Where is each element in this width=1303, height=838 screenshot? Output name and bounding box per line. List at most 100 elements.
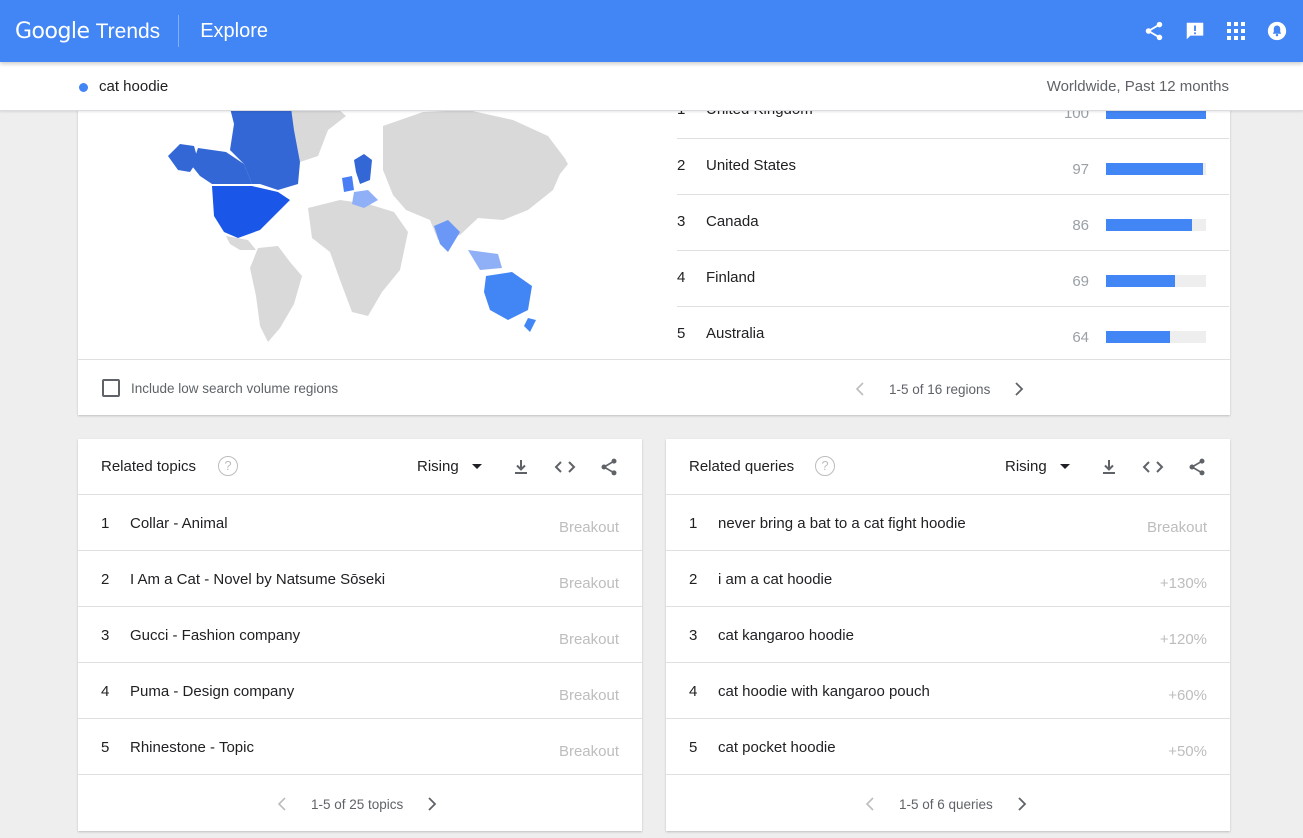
topic-label[interactable]: Gucci - Fashion company [130,627,300,644]
region-pagination-text: 1-5 of 16 regions [889,381,991,397]
google-trends-logo[interactable]: Google Trends [15,19,160,44]
embed-code-icon[interactable] [553,455,577,479]
share-icon[interactable] [597,455,621,479]
topics-pagination: 1-5 of 25 topics [270,795,444,813]
list-item[interactable]: 2 i am a cat hoodie +130% [666,551,1230,607]
related-queries-card: Related queries ? Rising 1 never bring a… [666,439,1230,831]
region-rank: 3 [677,213,686,230]
region-row[interactable]: 4 Finland 69 [677,251,1229,307]
chevron-down-icon [1059,464,1070,469]
region-rank: 5 [677,325,686,342]
region-bar [1106,275,1206,287]
topic-value: Breakout [558,687,619,704]
related-topics-card: Related topics ? Rising 1 Collar - Anima… [78,439,642,831]
header-actions [1142,0,1289,62]
query-label[interactable]: cat kangaroo hoodie [718,627,854,644]
topic-rank: 1 [101,515,110,532]
query-rank: 2 [689,571,698,588]
list-item[interactable]: 4 Puma - Design company Breakout [78,663,642,719]
low-volume-checkbox[interactable] [102,379,120,397]
query-rank: 5 [689,739,698,756]
related-topics-title: Related topics [101,458,197,475]
query-rank: 1 [689,515,698,532]
embed-code-icon[interactable] [1141,455,1165,479]
query-value: Breakout [1146,519,1207,536]
prev-page-button[interactable] [270,795,294,813]
list-item[interactable]: 4 cat hoodie with kangaroo pouch +60% [666,663,1230,719]
queries-pagination: 1-5 of 6 queries [858,795,1034,813]
download-icon[interactable] [509,455,533,479]
region-bar [1106,163,1206,175]
prev-page-button[interactable] [848,380,872,398]
list-item[interactable]: 5 cat pocket hoodie +50% [666,719,1230,775]
topic-rank: 5 [101,739,110,756]
download-icon[interactable] [1097,455,1121,479]
query-rank: 3 [689,627,698,644]
feedback-icon[interactable] [1183,19,1207,43]
query-value: +120% [1159,631,1207,648]
query-label[interactable]: never bring a bat to a cat fight hoodie [718,515,966,532]
region-bar-fill [1106,163,1203,175]
topics-pagination-text: 1-5 of 25 topics [311,796,404,812]
list-item[interactable]: 3 Gucci - Fashion company Breakout [78,607,642,663]
prev-page-button[interactable] [858,795,882,813]
term-color-dot [79,83,88,92]
topic-label[interactable]: Puma - Design company [130,683,294,700]
help-icon[interactable]: ? [218,456,238,476]
topic-value: Breakout [558,519,619,536]
region-name[interactable]: Finland [706,269,755,286]
help-icon[interactable]: ? [815,456,835,476]
region-value: 86 [1072,217,1089,234]
query-value: +130% [1159,575,1207,592]
region-name[interactable]: United States [706,157,796,174]
region-rank: 2 [677,157,686,174]
topic-rank: 4 [101,683,110,700]
share-icon[interactable] [1142,19,1166,43]
search-term[interactable]: cat hoodie [99,78,168,95]
region-name[interactable]: Canada [706,213,759,230]
region-row[interactable]: 3 Canada 86 [677,195,1229,251]
topic-rank: 2 [101,571,110,588]
query-label[interactable]: cat pocket hoodie [718,739,836,756]
notifications-icon[interactable] [1265,19,1289,43]
logo-trends-text: Trends [95,19,161,43]
region-bar [1106,219,1206,231]
region-value: 69 [1072,273,1089,290]
query-rank: 4 [689,683,698,700]
topic-label[interactable]: Collar - Animal [130,515,228,532]
region-bar-fill [1106,331,1170,343]
search-term-bar: cat hoodie Worldwide, Past 12 months [0,62,1303,111]
topic-value: Breakout [558,631,619,648]
list-item[interactable]: 2 I Am a Cat - Novel by Natsume Sōseki B… [78,551,642,607]
query-value: +50% [1168,743,1207,760]
region-bar-fill [1106,219,1192,231]
next-page-button[interactable] [420,795,444,813]
topic-label[interactable]: Rhinestone - Topic [130,739,254,756]
interest-by-region-card: 1 United Kingdom 100 2 United States 97 … [78,60,1230,415]
region-row[interactable]: 5 Australia 64 [677,307,1229,363]
next-page-button[interactable] [1010,795,1034,813]
topics-filter-select[interactable]: Rising [417,458,482,475]
share-icon[interactable] [1185,455,1209,479]
region-pagination: 1-5 of 16 regions [848,380,1031,398]
list-item[interactable]: 1 Collar - Animal Breakout [78,495,642,551]
list-item[interactable]: 3 cat kangaroo hoodie +120% [666,607,1230,663]
header-divider [178,15,180,47]
chevron-down-icon [471,464,482,469]
next-page-button[interactable] [1007,380,1031,398]
topics-footer: 1-5 of 25 topics [78,775,642,831]
region-bar [1106,331,1206,343]
list-item[interactable]: 5 Rhinestone - Topic Breakout [78,719,642,775]
region-row[interactable]: 2 United States 97 [677,139,1229,195]
region-rank: 4 [677,269,686,286]
topic-rank: 3 [101,627,110,644]
region-name[interactable]: Australia [706,325,764,342]
query-label[interactable]: cat hoodie with kangaroo pouch [718,683,930,700]
topic-label[interactable]: I Am a Cat - Novel by Natsume Sōseki [130,571,385,588]
queries-filter-select[interactable]: Rising [1005,458,1070,475]
apps-grid-icon[interactable] [1224,19,1248,43]
query-label[interactable]: i am a cat hoodie [718,571,832,588]
list-item[interactable]: 1 never bring a bat to a cat fight hoodi… [666,495,1230,551]
app-bar: Google Trends Explore [0,0,1303,62]
page-title: Explore [200,19,268,42]
